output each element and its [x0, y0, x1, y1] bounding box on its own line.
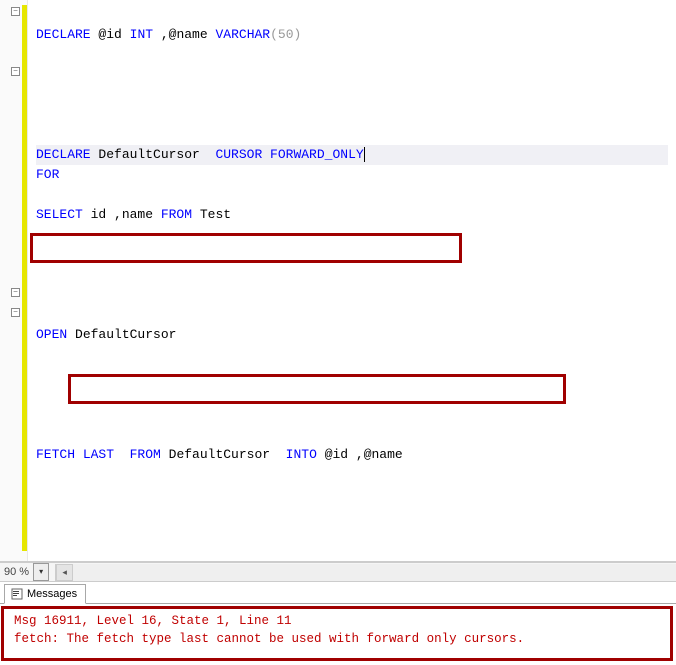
- zoom-dropdown[interactable]: ▾: [33, 563, 49, 581]
- zoom-bar: 90 % ▾ ◂: [0, 562, 676, 582]
- keyword-fetch: FETCH: [36, 447, 75, 462]
- change-indicator: [22, 5, 27, 551]
- code-editor[interactable]: − − − − DECLARE @id INT ,@name VARCHAR(5…: [0, 0, 676, 562]
- text-caret: [364, 147, 365, 162]
- keyword-for: FOR: [36, 167, 59, 182]
- fold-toggle[interactable]: −: [11, 7, 20, 16]
- error-line: Msg 16911, Level 16, State 1, Line 11: [14, 612, 662, 630]
- code-content[interactable]: DECLARE @id INT ,@name VARCHAR(50) DECLA…: [28, 0, 676, 561]
- horizontal-scrollbar[interactable]: ◂: [55, 564, 676, 581]
- datatype: VARCHAR: [215, 27, 270, 42]
- messages-icon: [11, 588, 23, 600]
- messages-panel[interactable]: Msg 16911, Level 16, State 1, Line 11 fe…: [0, 604, 676, 662]
- keyword-from: FROM: [161, 207, 192, 222]
- fold-toggle[interactable]: −: [11, 308, 20, 317]
- keyword-into: INTO: [286, 447, 317, 462]
- error-line: fetch: The fetch type last cannot be use…: [14, 630, 662, 648]
- keyword-select: SELECT: [36, 207, 83, 222]
- datatype: INT: [130, 27, 153, 42]
- results-tabs: Messages: [0, 582, 676, 604]
- keyword-cursor: CURSOR: [215, 147, 262, 162]
- tab-label: Messages: [27, 588, 77, 600]
- keyword-declare: DECLARE: [36, 147, 91, 162]
- variable: @id: [98, 27, 121, 42]
- editor-gutter: − − − −: [0, 0, 28, 561]
- zoom-value: 90 %: [0, 566, 33, 578]
- number: 50: [278, 27, 294, 42]
- keyword-from: FROM: [130, 447, 161, 462]
- keyword-declare: DECLARE: [36, 27, 91, 42]
- scroll-left-arrow[interactable]: ◂: [56, 564, 73, 581]
- tab-messages[interactable]: Messages: [4, 584, 86, 604]
- fold-toggle[interactable]: −: [11, 67, 20, 76]
- keyword-open: OPEN: [36, 327, 67, 342]
- variable: @name: [169, 27, 208, 42]
- fold-toggle[interactable]: −: [11, 288, 20, 297]
